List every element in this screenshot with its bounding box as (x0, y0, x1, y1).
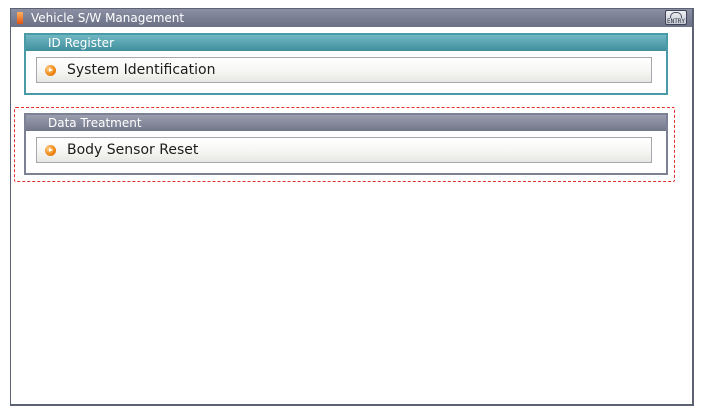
orange-arrow-bullet-icon (45, 65, 56, 76)
help-entry-label: ENTRY (666, 18, 686, 25)
menu-item-body-sensor-reset[interactable]: Body Sensor Reset (36, 137, 652, 163)
window-app-icon (17, 12, 23, 24)
group-header-data-treatment: Data Treatment (26, 115, 666, 131)
help-entry-button[interactable]: ENTRY (665, 10, 687, 25)
group-header-id-register: ID Register (26, 35, 666, 51)
orange-arrow-bullet-icon (45, 145, 56, 156)
window-titlebar: Vehicle S/W Management ENTRY (11, 9, 692, 27)
menu-item-system-identification[interactable]: System Identification (36, 57, 652, 83)
menu-item-label: System Identification (67, 62, 216, 78)
menu-item-label: Body Sensor Reset (67, 142, 199, 158)
window-title: Vehicle S/W Management (31, 11, 185, 25)
group-id-register: ID Register System Identification (24, 33, 668, 95)
group-data-treatment: Data Treatment Body Sensor Reset (24, 113, 668, 175)
